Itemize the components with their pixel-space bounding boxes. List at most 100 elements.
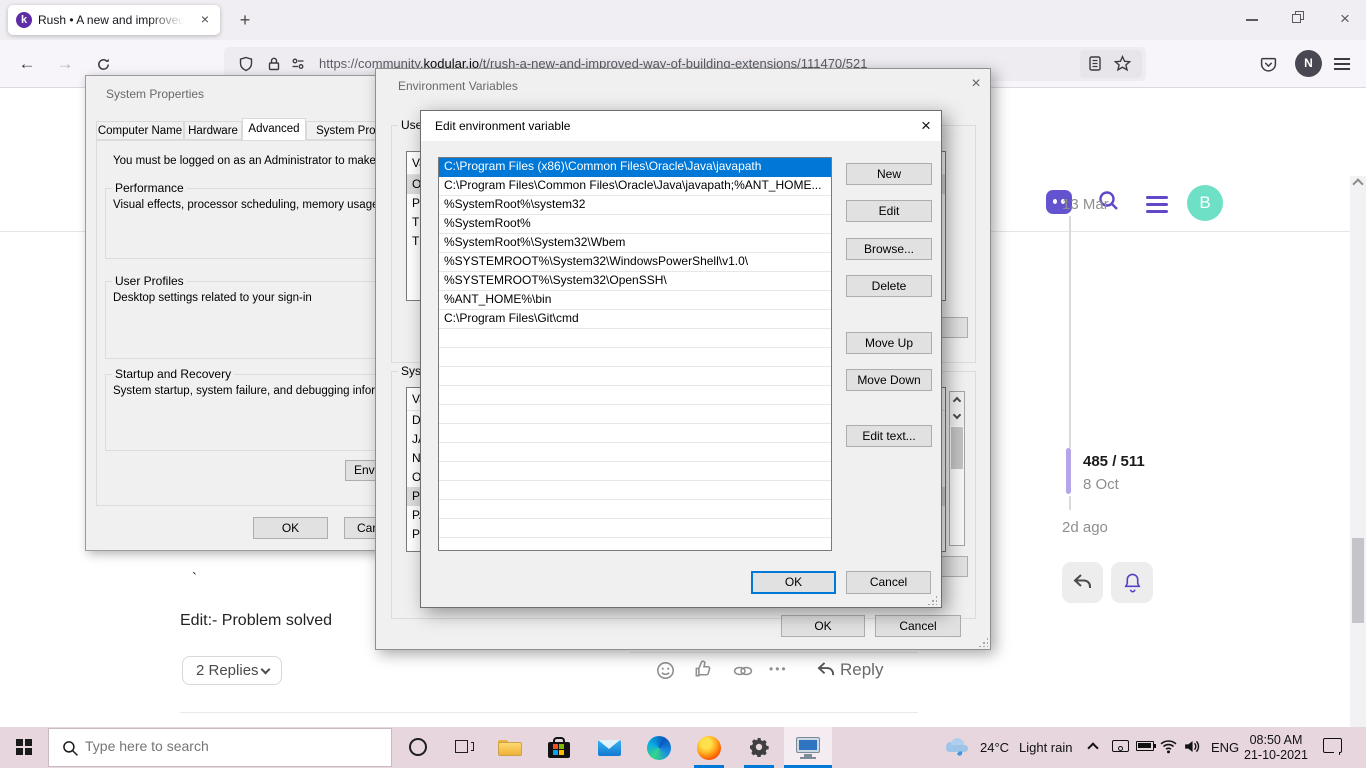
new-button[interactable]: New bbox=[846, 163, 932, 185]
tab-advanced[interactable]: Advanced bbox=[242, 118, 306, 140]
scrollbar-thumb[interactable] bbox=[951, 427, 963, 469]
cancel-button[interactable]: Cancel bbox=[846, 571, 931, 594]
cast-device-icon[interactable] bbox=[1112, 740, 1129, 752]
env-value-row[interactable]: %SystemRoot% bbox=[439, 215, 831, 234]
env-value-list[interactable]: C:\Program Files (x86)\Common Files\Orac… bbox=[438, 157, 832, 551]
browser-menu-icon[interactable] bbox=[1334, 55, 1350, 73]
env-value-row[interactable]: C:\Program Files\Common Files\Oracle\Jav… bbox=[439, 177, 831, 196]
window-close-button[interactable]: × bbox=[1330, 6, 1360, 32]
reply-shortcut-button[interactable] bbox=[1062, 562, 1103, 603]
env-value-row-empty[interactable] bbox=[439, 500, 831, 519]
cancel-button[interactable]: Cancel bbox=[875, 615, 961, 637]
env-value-row-empty[interactable] bbox=[439, 424, 831, 443]
tab-system-protection[interactable]: System Protec bbox=[306, 121, 384, 140]
bookmark-star-icon[interactable] bbox=[1114, 55, 1131, 72]
delete-button[interactable]: Delete bbox=[846, 275, 932, 297]
ok-button[interactable]: OK bbox=[253, 517, 328, 539]
timeline-track-end[interactable] bbox=[1069, 496, 1071, 510]
dialog-titlebar[interactable]: Edit environment variable × bbox=[421, 111, 941, 141]
env-value-row-empty[interactable] bbox=[439, 329, 831, 348]
env-value-row[interactable]: %SYSTEMROOT%\System32\OpenSSH\ bbox=[439, 272, 831, 291]
timeline-start-date[interactable]: 13 Mar bbox=[1062, 196, 1109, 213]
tab-hardware[interactable]: Hardware bbox=[184, 121, 242, 140]
move-up-button[interactable]: Move Up bbox=[846, 332, 932, 354]
wifi-icon[interactable] bbox=[1160, 739, 1177, 754]
battery-icon[interactable] bbox=[1136, 741, 1156, 751]
like-icon[interactable] bbox=[693, 659, 713, 679]
scroll-down-button[interactable] bbox=[950, 409, 964, 426]
env-value-row[interactable]: %SystemRoot%\system32 bbox=[439, 196, 831, 215]
more-actions-icon[interactable]: ••• bbox=[769, 662, 788, 676]
tracking-shield-icon[interactable] bbox=[238, 56, 254, 72]
taskbar-search[interactable] bbox=[48, 728, 392, 767]
browser-tab[interactable]: k Rush • A new and improved wa × bbox=[8, 5, 220, 35]
tray-expand-icon[interactable] bbox=[1087, 742, 1099, 754]
window-minimize-button[interactable] bbox=[1237, 6, 1267, 32]
system-properties-taskbar-button[interactable] bbox=[784, 727, 832, 768]
weather-icon[interactable] bbox=[944, 737, 970, 757]
env-value-row-empty[interactable] bbox=[439, 348, 831, 367]
reader-view-icon[interactable] bbox=[1087, 55, 1103, 72]
scroll-up-icon[interactable] bbox=[1352, 178, 1364, 190]
reply-icon[interactable] bbox=[816, 661, 835, 678]
edit-text-button[interactable]: Edit text... bbox=[846, 425, 932, 447]
window-restore-button[interactable] bbox=[1282, 6, 1312, 32]
move-down-button[interactable]: Move Down bbox=[846, 369, 932, 391]
env-value-row-empty[interactable] bbox=[439, 386, 831, 405]
lock-icon[interactable] bbox=[266, 56, 282, 72]
mail-button[interactable] bbox=[586, 727, 632, 768]
timeline-track[interactable] bbox=[1069, 216, 1071, 448]
scroll-up-button[interactable] bbox=[950, 392, 964, 409]
weather-description[interactable]: Light rain bbox=[1019, 740, 1072, 755]
reload-button[interactable] bbox=[90, 51, 116, 77]
edge-button[interactable] bbox=[636, 727, 682, 768]
permissions-icon[interactable] bbox=[290, 56, 306, 72]
env-value-row-empty[interactable] bbox=[439, 481, 831, 500]
link-icon[interactable] bbox=[733, 664, 753, 678]
language-indicator[interactable]: ENG bbox=[1211, 740, 1239, 755]
weather-temperature[interactable]: 24°C bbox=[980, 740, 1009, 755]
user-avatar[interactable]: B bbox=[1187, 185, 1223, 221]
microsoft-store-button[interactable] bbox=[536, 727, 582, 768]
ok-button[interactable]: OK bbox=[751, 571, 836, 594]
start-button[interactable] bbox=[0, 727, 48, 768]
taskbar-clock[interactable]: 08:50 AM 21-10-2021 bbox=[1243, 733, 1309, 763]
env-value-row-empty[interactable] bbox=[439, 367, 831, 386]
action-center-icon[interactable] bbox=[1323, 738, 1342, 755]
back-button[interactable]: ← bbox=[14, 51, 40, 77]
replies-toggle-button[interactable]: 2 Replies bbox=[182, 656, 282, 685]
resize-grip[interactable] bbox=[927, 595, 937, 605]
env-value-row-empty[interactable] bbox=[439, 538, 831, 550]
page-scrollbar[interactable] bbox=[1350, 176, 1366, 768]
ok-button[interactable]: OK bbox=[781, 615, 865, 637]
env-value-row[interactable]: %SYSTEMROOT%\System32\WindowsPowerShell\… bbox=[439, 253, 831, 272]
settings-button[interactable] bbox=[736, 727, 782, 768]
emoji-reaction-icon[interactable] bbox=[656, 661, 675, 680]
firefox-button[interactable] bbox=[686, 727, 732, 768]
edit-button[interactable]: Edit bbox=[846, 200, 932, 222]
close-icon[interactable]: × bbox=[964, 75, 988, 97]
env-value-row-empty[interactable] bbox=[439, 405, 831, 424]
tab-close-icon[interactable]: × bbox=[196, 10, 214, 28]
resize-grip[interactable] bbox=[978, 637, 988, 647]
env-value-row[interactable]: C:\Program Files\Git\cmd bbox=[439, 310, 831, 329]
close-icon[interactable]: × bbox=[911, 111, 941, 141]
pocket-icon[interactable] bbox=[1260, 56, 1277, 73]
search-input[interactable] bbox=[85, 738, 365, 754]
env-value-row-empty[interactable] bbox=[439, 519, 831, 538]
task-view-button[interactable] bbox=[441, 727, 487, 768]
file-explorer-button[interactable] bbox=[487, 727, 533, 768]
firefox-account-badge[interactable]: N bbox=[1295, 50, 1322, 77]
notification-bell-button[interactable] bbox=[1111, 562, 1153, 603]
tab-computer-name[interactable]: Computer Name bbox=[96, 121, 184, 140]
system-list-scrollbar[interactable] bbox=[949, 391, 965, 546]
env-value-row-empty[interactable] bbox=[439, 462, 831, 481]
new-tab-button[interactable]: + bbox=[232, 8, 258, 32]
env-value-row[interactable]: C:\Program Files (x86)\Common Files\Orac… bbox=[439, 158, 831, 177]
cortana-button[interactable] bbox=[396, 727, 440, 768]
env-value-row-empty[interactable] bbox=[439, 443, 831, 462]
env-value-row[interactable]: %ANT_HOME%\bin bbox=[439, 291, 831, 310]
reply-button[interactable]: Reply bbox=[840, 660, 883, 680]
topic-menu-icon[interactable] bbox=[1146, 192, 1168, 217]
browse-button[interactable]: Browse... bbox=[846, 238, 932, 260]
